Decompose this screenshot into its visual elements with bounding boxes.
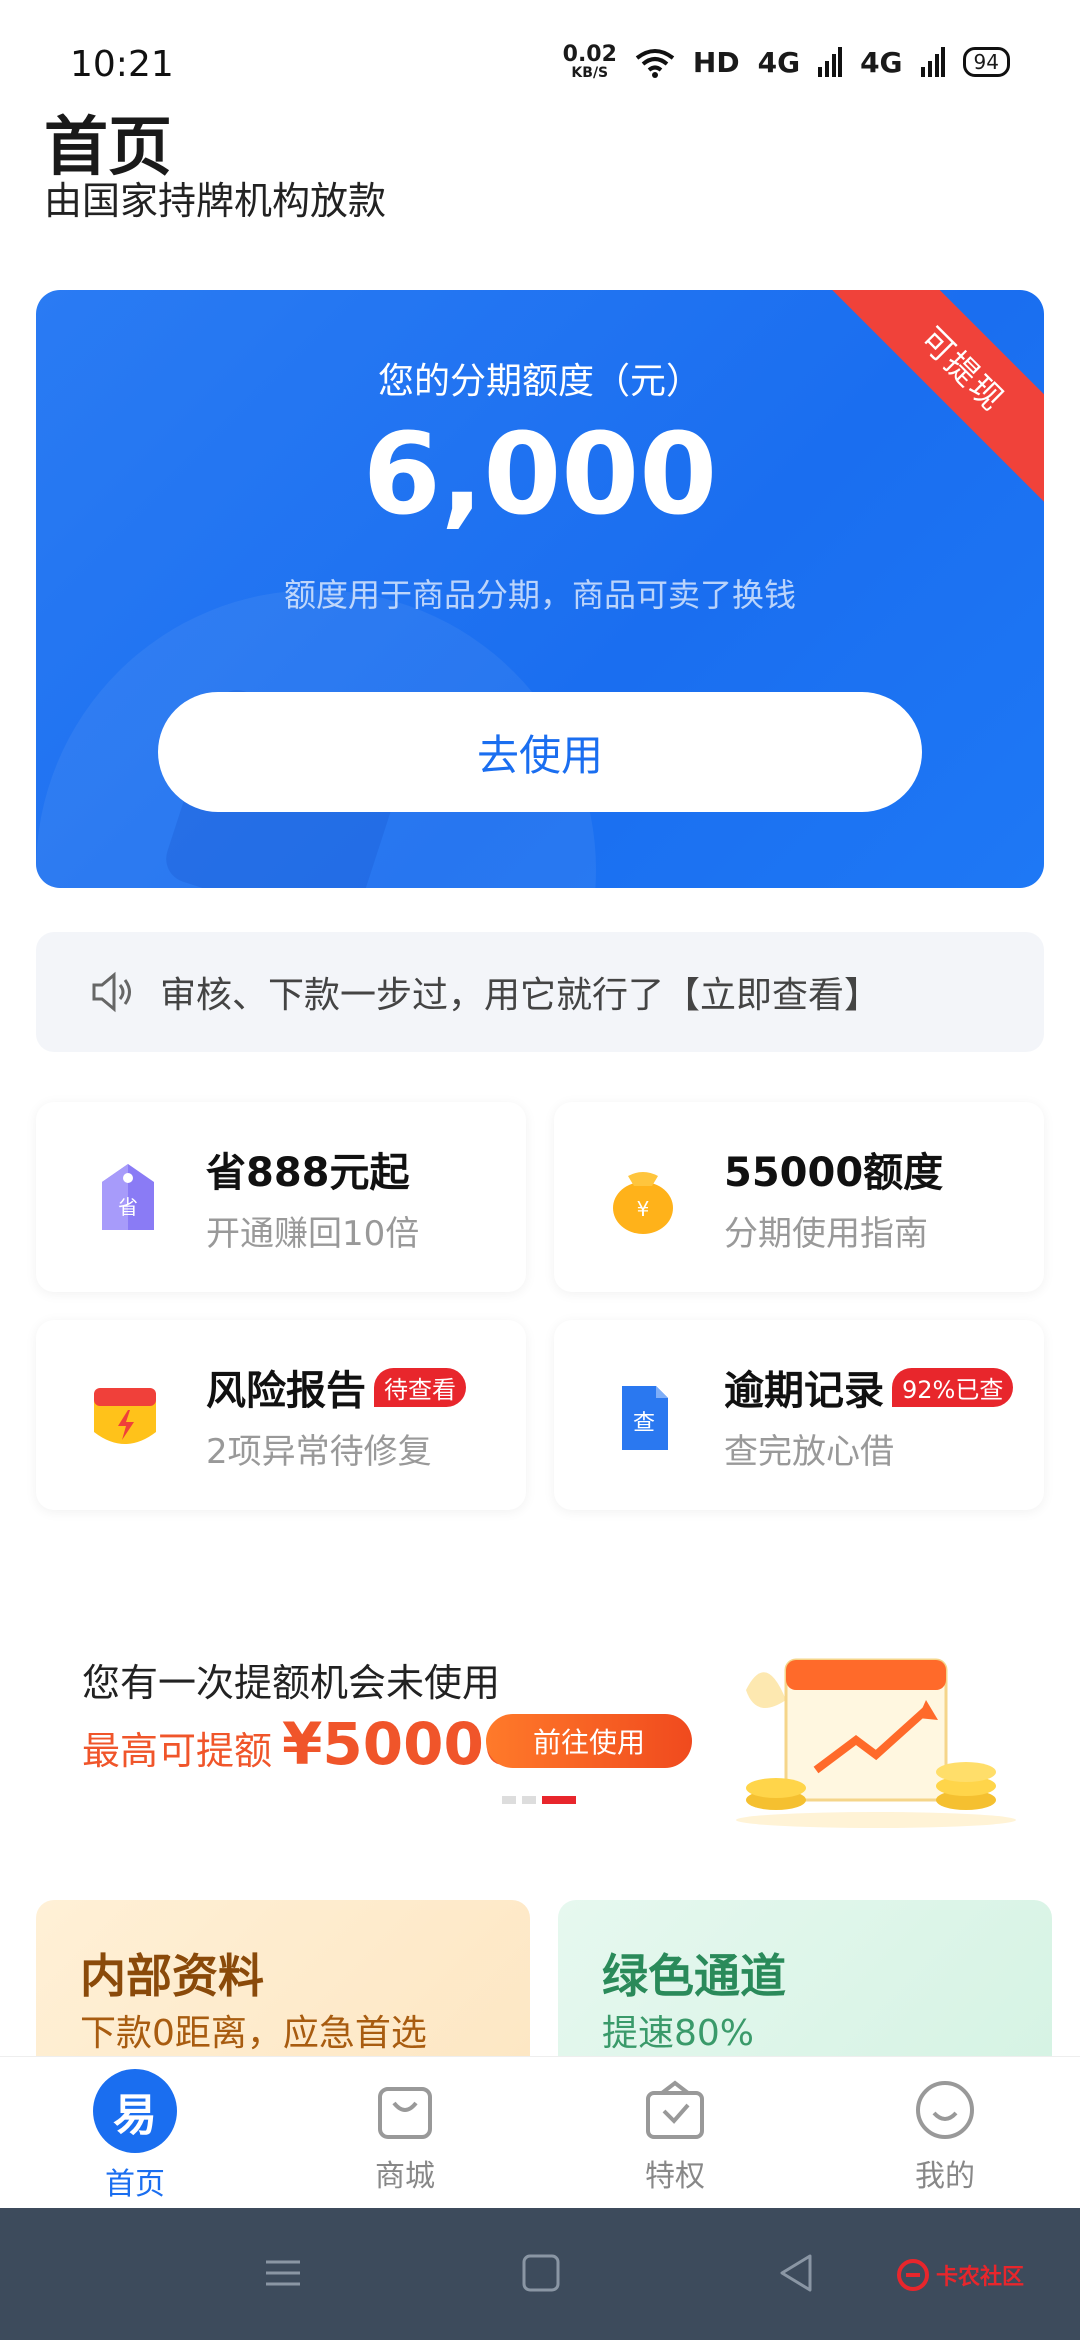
system-nav-bar: 卡农社区: [0, 2208, 1080, 2340]
tile-risk-report[interactable]: 风险报告 待查看 2项异常待修复: [36, 1320, 526, 1510]
signal-bars-icon: [920, 47, 945, 77]
document-icon: 查: [622, 1386, 668, 1450]
privilege-icon: [646, 2080, 704, 2139]
status-time: 10:21: [70, 44, 174, 85]
limit-increase-banner[interactable]: 您有一次提额机会未使用 最高可提额 ¥50000 前往使用: [36, 1560, 1044, 1840]
internal-info-card[interactable]: 内部资料 下款0距离，应急首选: [36, 1900, 530, 2060]
promo-title: 绿色通道: [602, 1949, 786, 2003]
speaker-icon: [92, 971, 131, 1013]
banner-pagination: [502, 1796, 576, 1804]
tile-title: 风险报告 待查看: [206, 1358, 466, 1416]
svg-text:¥: ¥: [637, 1197, 650, 1221]
banner-headline: 您有一次提额机会未使用: [82, 1661, 501, 1705]
smiley-icon: [916, 2081, 974, 2139]
tab-home[interactable]: 易 首页: [0, 2057, 270, 2208]
tile-save-888[interactable]: 省 省888元起 开通赚回10倍: [36, 1102, 526, 1292]
signal-4g-1: 4G: [757, 45, 801, 79]
tab-label: 我的: [915, 2159, 975, 2194]
shopping-bag-icon: [378, 2087, 432, 2139]
notice-text: 审核、下款一步过，用它就行了【立即查看】: [160, 975, 881, 1016]
signal-bars-icon: [818, 47, 843, 77]
watermark-logo-icon: [896, 2259, 929, 2291]
banner-offer: 最高可提额 ¥50000: [82, 1710, 525, 1778]
battery-indicator: 94: [962, 47, 1010, 77]
shield-icon: [94, 1388, 156, 1444]
status-icons: 0.02 KB/S HD 4G 4G 94: [563, 44, 1010, 80]
tile-subtitle: 分期使用指南: [724, 1214, 928, 1254]
go-use-button[interactable]: 前往使用: [486, 1714, 692, 1768]
tile-overdue-record[interactable]: 查 逾期记录 92%已查 查完放心借: [554, 1320, 1044, 1510]
tile-subtitle: 2项异常待修复: [206, 1432, 432, 1472]
menu-icon[interactable]: [258, 2248, 308, 2298]
promo-subtitle: 下款0距离，应急首选: [80, 2013, 427, 2054]
credit-limit-note: 额度用于商品分期，商品可卖了换钱: [283, 576, 796, 614]
promo-subtitle: 提速80%: [602, 2013, 755, 2054]
credit-limit-label: 您的分期额度（元）: [377, 361, 702, 402]
pagination-dot: [522, 1796, 536, 1804]
tab-label: 首页: [105, 2167, 165, 2202]
home-square-icon[interactable]: [516, 2248, 566, 2298]
network-speed: 0.02 KB/S: [562, 42, 617, 81]
svg-text:查: 查: [633, 1411, 655, 1436]
wifi-icon: [635, 49, 675, 78]
tile-subtitle: 查完放心借: [724, 1432, 894, 1472]
credit-limit-card: 可提现 您的分期额度（元） 6,000 额度用于商品分期，商品可卖了换钱 去使用: [36, 290, 1044, 888]
pagination-dot: [502, 1796, 516, 1804]
svg-text:省: 省: [118, 1195, 138, 1219]
calendar-growth-illustration: [736, 1658, 1016, 1828]
back-icon[interactable]: [772, 2248, 822, 2298]
tile-title: 省888元起: [206, 1150, 410, 1196]
tag-icon: 省: [102, 1164, 154, 1230]
home-icon: 易: [93, 2069, 177, 2153]
checked-badge: 92%已查: [892, 1368, 1014, 1407]
page-subtitle: 由国家持牌机构放款: [44, 179, 387, 223]
pagination-dot-active: [542, 1796, 576, 1804]
bottom-tab-bar: 易 首页 商城 特权 我的: [0, 2056, 1080, 2208]
promo-title: 内部资料: [80, 1949, 264, 2003]
use-credit-button[interactable]: 去使用: [158, 692, 922, 812]
notice-bar[interactable]: 审核、下款一步过，用它就行了【立即查看】: [36, 932, 1044, 1052]
tile-55000-limit[interactable]: ¥ 55000额度 分期使用指南: [554, 1102, 1044, 1292]
green-channel-card[interactable]: 绿色通道 提速80%: [558, 1900, 1052, 2060]
watermark: 卡农社区: [896, 2258, 1024, 2292]
tab-mine[interactable]: 我的: [810, 2057, 1080, 2208]
tab-privilege[interactable]: 特权: [540, 2057, 810, 2208]
pending-badge: 待查看: [374, 1368, 466, 1407]
tile-title: 逾期记录 92%已查: [724, 1358, 1014, 1416]
money-bag-icon: ¥: [613, 1172, 673, 1234]
tab-label: 特权: [645, 2159, 705, 2194]
hd-indicator: HD: [692, 45, 740, 79]
signal-4g-2: 4G: [860, 45, 903, 79]
tab-label: 商城: [375, 2159, 435, 2194]
tile-title: 55000额度: [724, 1150, 944, 1196]
status-bar: 10:21 0.02 KB/S HD 4G 4G 94: [0, 0, 1080, 96]
credit-limit-amount: 6,000: [362, 410, 718, 540]
tab-mall[interactable]: 商城: [270, 2057, 540, 2208]
tile-subtitle: 开通赚回10倍: [206, 1214, 420, 1254]
